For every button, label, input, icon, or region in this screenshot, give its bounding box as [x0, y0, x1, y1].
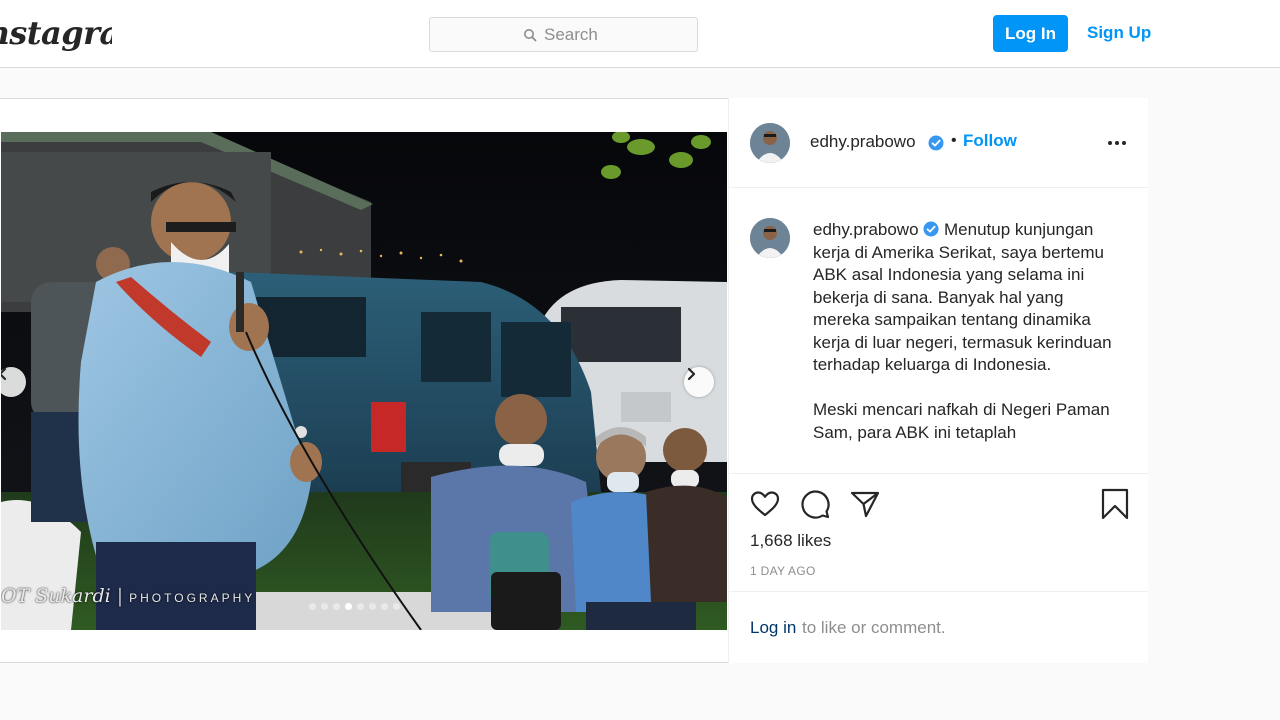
separator-bullet: • — [951, 132, 957, 149]
caption-paragraph: edhy.prabowo Menutup kunjungan kerja di … — [813, 219, 1118, 377]
avatar-image — [750, 123, 790, 163]
carousel-indicator — [309, 603, 400, 610]
chevron-left-icon — [1, 367, 7, 381]
caption-section: edhy.prabowo Menutup kunjungan kerja di … — [729, 189, 1148, 471]
caption-text: edhy.prabowo Menutup kunjungan kerja di … — [813, 219, 1118, 467]
search-input[interactable] — [544, 24, 604, 45]
carousel-dot — [369, 603, 376, 610]
comment-login-prompt: Log in to like or comment. — [729, 591, 1148, 663]
carousel-next-button[interactable] — [684, 367, 714, 397]
carousel-dot — [321, 603, 328, 610]
avatar-image — [750, 218, 790, 258]
top-navigation-bar: Instagram Log In Sign Up — [0, 0, 1280, 68]
carousel-dot — [381, 603, 388, 610]
bookmark-icon[interactable] — [1099, 488, 1131, 520]
login-button[interactable]: Log In — [993, 15, 1068, 52]
post-actions: 1,668 likes 1 DAY AGO — [729, 473, 1148, 591]
search-icon — [524, 28, 537, 41]
chevron-right-icon — [687, 367, 696, 381]
carousel-dot — [345, 603, 352, 610]
post-photo — [1, 132, 727, 630]
instagram-logo[interactable]: Instagram — [0, 14, 112, 52]
carousel-dot — [309, 603, 316, 610]
follow-button[interactable]: Follow — [963, 131, 1017, 151]
author-username[interactable]: edhy.prabowo — [810, 132, 916, 152]
caption-paragraph: Meski mencari nafkah di Negeri Paman Sam… — [813, 399, 1118, 444]
post-header: edhy.prabowo • Follow — [729, 98, 1148, 188]
more-options-icon[interactable] — [1107, 138, 1127, 148]
heart-icon[interactable] — [749, 488, 781, 520]
photo-credit-name: OT Sukardi — [1, 585, 111, 607]
verified-badge-icon — [923, 221, 939, 237]
post-details-pane: edhy.prabowo • Follow edhy.prabowo Menut… — [728, 98, 1148, 663]
signup-link[interactable]: Sign Up — [1087, 23, 1151, 43]
photo-credit: OT Sukardi | PHOTOGRAPHY — [1, 585, 255, 607]
credit-separator: | — [116, 585, 124, 607]
carousel-dot — [333, 603, 340, 610]
likes-count[interactable]: 1,668 likes — [750, 531, 831, 551]
caption-author-avatar[interactable] — [750, 218, 790, 258]
caption-body-2: Meski mencari nafkah di Negeri Paman Sam… — [813, 400, 1110, 442]
verified-badge-icon — [928, 135, 944, 151]
carousel-dot — [357, 603, 364, 610]
caption-username[interactable]: edhy.prabowo — [813, 220, 919, 239]
login-to-comment-link[interactable]: Log in — [750, 618, 796, 638]
carousel-dot — [393, 603, 400, 610]
login-prompt-text: to like or comment. — [802, 618, 946, 637]
author-avatar[interactable] — [750, 123, 790, 163]
logo-text: Instagram — [0, 14, 112, 52]
share-icon[interactable] — [849, 488, 881, 520]
search-box[interactable] — [429, 17, 698, 52]
photo-credit-tag: PHOTOGRAPHY — [129, 591, 256, 605]
caption-body-1: Menutup kunjungan kerja di Amerika Serik… — [813, 220, 1112, 374]
comment-icon[interactable] — [799, 488, 831, 520]
post-timestamp[interactable]: 1 DAY AGO — [750, 564, 816, 578]
post-media[interactable]: OT Sukardi | PHOTOGRAPHY — [1, 132, 727, 630]
